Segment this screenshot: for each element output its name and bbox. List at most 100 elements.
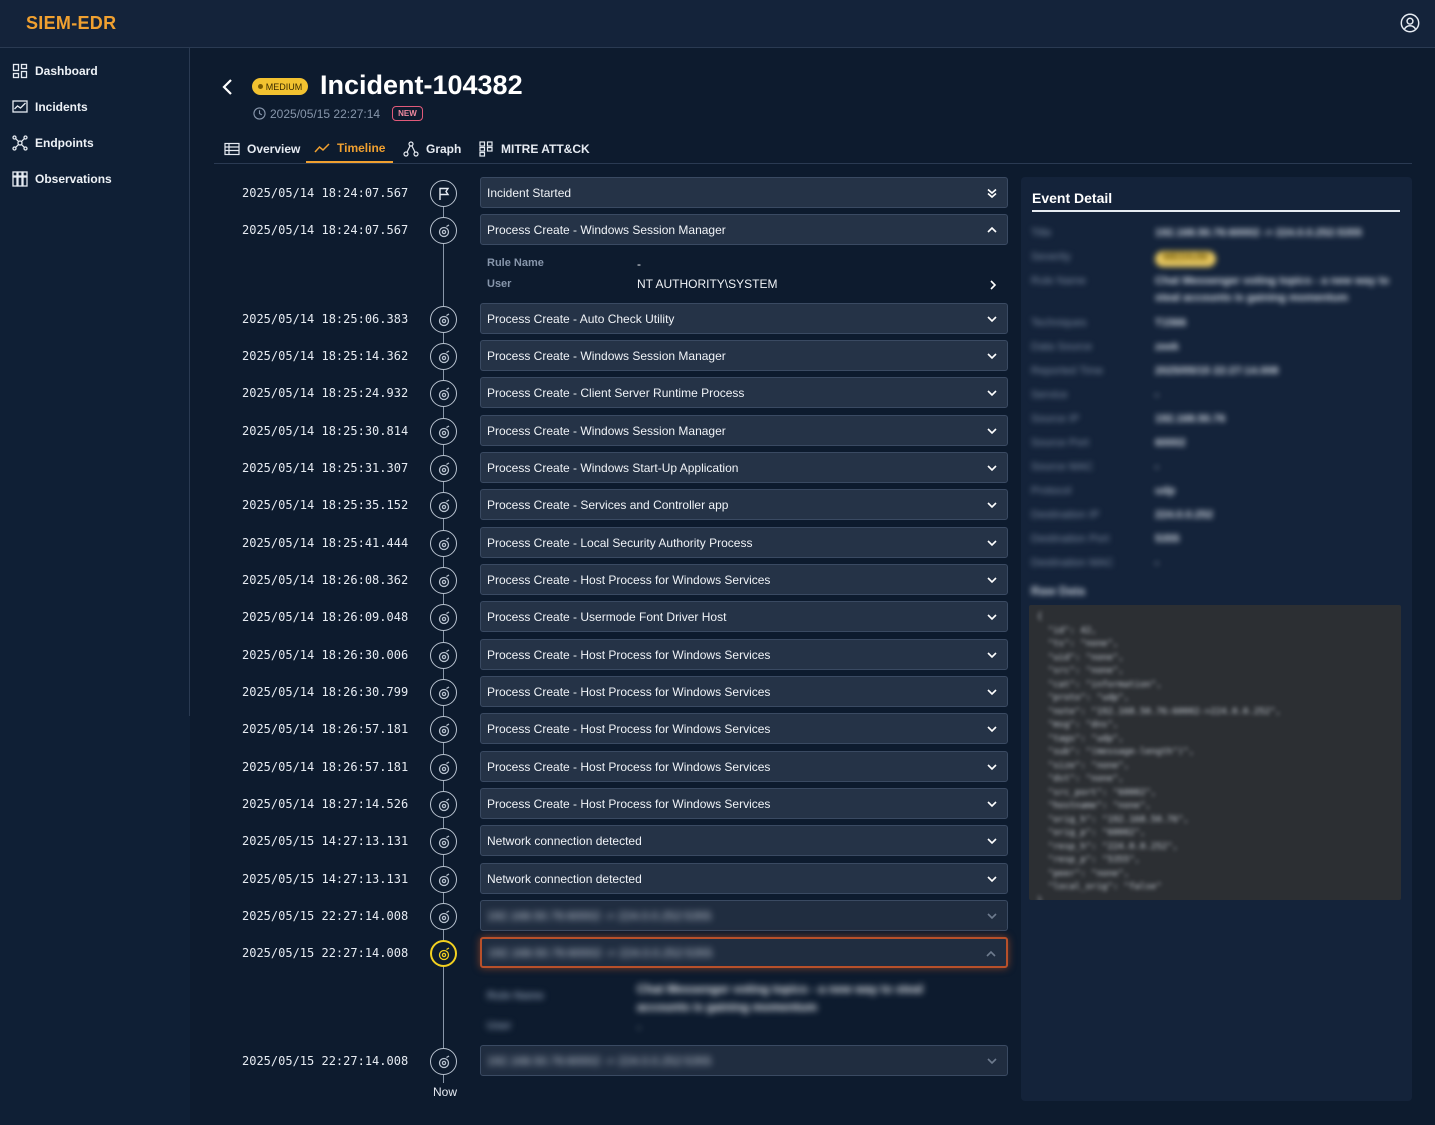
chevron-down-icon[interactable]: [986, 649, 998, 661]
chevron-down-icon[interactable]: [986, 910, 998, 922]
timeline-event-card[interactable]: Process Create - Local Security Authorit…: [480, 527, 1008, 558]
detail-field-value: -: [1155, 461, 1159, 473]
timeline-event-card[interactable]: 192.168.50.76:60002 -> 224.0.0.252:5355: [480, 900, 1008, 931]
chevron-down-icon[interactable]: [986, 350, 998, 362]
chevron-down-icon[interactable]: [986, 462, 998, 474]
timeline-event-card[interactable]: Process Create - Client Server Runtime P…: [480, 377, 1008, 408]
timeline-timestamp: 2025/05/14 18:26:08.362: [242, 573, 409, 587]
tab-mitre-attack[interactable]: MITRE ATT&CK: [470, 135, 598, 163]
timeline-event-node[interactable]: [430, 455, 457, 482]
chevron-down-icon[interactable]: [986, 686, 998, 698]
timeline-event-node[interactable]: [430, 791, 457, 818]
timeline-event-node[interactable]: [430, 306, 457, 333]
timeline-event-node[interactable]: [430, 604, 457, 631]
timeline-event-node[interactable]: [430, 903, 457, 930]
timeline-event-node[interactable]: [430, 343, 457, 370]
chevron-down-icon[interactable]: [986, 574, 998, 586]
timeline-event-card[interactable]: Process Create - Windows Start-Up Applic…: [480, 452, 1008, 483]
timeline-event-card[interactable]: Process Create - Windows Session Manager: [480, 340, 1008, 371]
endpoints-icon: [12, 135, 28, 151]
timeline-event-card[interactable]: Process Create - Services and Controller…: [480, 489, 1008, 520]
timeline-event-card[interactable]: Process Create - Host Process for Window…: [480, 639, 1008, 670]
timeline-event-node[interactable]: [430, 679, 457, 706]
timeline-event-node[interactable]: [430, 828, 457, 855]
timeline-event-card[interactable]: 192.168.50.76:60002 -> 224.0.0.252:5355: [480, 1045, 1008, 1076]
timeline-event-node[interactable]: [430, 567, 457, 594]
chevron-right-icon[interactable]: [987, 279, 999, 291]
timeline-flag-node[interactable]: [430, 180, 457, 207]
timeline-event-card[interactable]: Process Create - Host Process for Window…: [480, 788, 1008, 819]
detail-field-key: Destination IP: [1031, 509, 1100, 521]
chevron-down-icon[interactable]: [986, 761, 998, 773]
timeline-event-node[interactable]: [430, 866, 457, 893]
process-icon: [438, 648, 449, 662]
chevron-down-icon[interactable]: [986, 1055, 998, 1067]
timeline-event-card[interactable]: Process Create - Host Process for Window…: [480, 751, 1008, 782]
timeline-event-label: 192.168.50.76:60002 -> 224.0.0.252:5355: [487, 1053, 712, 1068]
user-account-icon[interactable]: [1399, 12, 1421, 34]
timeline-now-label: Now: [433, 1085, 458, 1099]
timeline-event-node[interactable]: [430, 380, 457, 407]
chevron-up-icon[interactable]: [986, 224, 998, 236]
process-icon: [438, 1054, 449, 1068]
sidebar-item-incidents[interactable]: Incidents: [0, 92, 189, 122]
timeline-event-card[interactable]: Process Create - Windows Session Manager: [480, 214, 1008, 245]
timeline-event-card[interactable]: Process Create - Windows Session Manager: [480, 415, 1008, 446]
timeline-event-label: Process Create - Host Process for Window…: [487, 647, 771, 662]
timeline-timestamp: 2025/05/14 18:25:41.444: [242, 536, 409, 550]
detail-field-key: Service: [1031, 389, 1068, 401]
grid-icon: [479, 141, 493, 157]
sidebar-item-dashboard[interactable]: Dashboard: [0, 56, 189, 86]
process-icon: [438, 834, 449, 848]
chevron-down-icon[interactable]: [986, 499, 998, 511]
timeline-event-card[interactable]: Network connection detected: [480, 825, 1008, 856]
chevron-down-icon[interactable]: [986, 537, 998, 549]
sidebar-item-observations[interactable]: Observations: [0, 164, 189, 194]
tab-timeline[interactable]: Timeline: [306, 135, 394, 163]
process-icon: [438, 461, 449, 475]
timeline-event-node[interactable]: [430, 217, 457, 244]
detail-field-key: Destination Port: [1031, 533, 1110, 545]
timeline-event-node[interactable]: [430, 492, 457, 519]
chevron-down-icon[interactable]: [986, 387, 998, 399]
process-icon: [438, 498, 449, 512]
chevron-down-icon[interactable]: [986, 313, 998, 325]
timeline-event-card[interactable]: Network connection detected: [480, 863, 1008, 894]
timeline-event-node[interactable]: [430, 716, 457, 743]
sidebar: [0, 48, 190, 1125]
chevron-down-icon[interactable]: [986, 835, 998, 847]
timeline-event-card[interactable]: Process Create - Host Process for Window…: [480, 713, 1008, 744]
timeline-event-card[interactable]: Process Create - Usermode Font Driver Ho…: [480, 601, 1008, 632]
timeline-event-card[interactable]: Process Create - Host Process for Window…: [480, 564, 1008, 595]
top-bar: SIEM-EDR: [0, 0, 1435, 48]
timeline-event-node[interactable]: [430, 642, 457, 669]
chevron-down-icon[interactable]: [986, 611, 998, 623]
tab-overview[interactable]: Overview: [216, 135, 308, 163]
timeline-event-node[interactable]: [430, 940, 457, 967]
timeline-event-card[interactable]: Process Create - Host Process for Window…: [480, 676, 1008, 707]
raw-data-box[interactable]: { "id": 42, "ts": "none", "uid": "none",…: [1029, 605, 1401, 900]
timeline-event-card[interactable]: 192.168.50.76:60002 -> 224.0.0.252:5355: [480, 937, 1008, 968]
timeline-event-card[interactable]: Incident Started: [480, 177, 1008, 208]
detail-field-key: Destination MAC: [1031, 557, 1114, 569]
sidebar-item-endpoints[interactable]: Endpoints: [0, 128, 189, 158]
timeline-event-node[interactable]: [430, 530, 457, 557]
chevron-down-icon[interactable]: [986, 873, 998, 885]
sidebar-divider: [189, 48, 190, 716]
chevron-down-icon[interactable]: [986, 798, 998, 810]
chevron-down-icon[interactable]: [986, 723, 998, 735]
chevron-double-down-icon[interactable]: [986, 187, 998, 199]
detail-field-key: Title: [1031, 227, 1052, 239]
timeline-event-node[interactable]: [430, 754, 457, 781]
timeline-event-node[interactable]: [430, 418, 457, 445]
timeline-event-label: Process Create - Auto Check Utility: [487, 311, 675, 326]
back-arrow-icon[interactable]: [218, 76, 238, 98]
timeline-event-label: Process Create - Windows Start-Up Applic…: [487, 460, 739, 475]
sidebar-item-label: Dashboard: [35, 64, 98, 78]
chevron-down-icon[interactable]: [986, 425, 998, 437]
timeline-event-node[interactable]: [430, 1048, 457, 1075]
timeline-event-label: Incident Started: [487, 185, 572, 200]
tab-graph[interactable]: Graph: [395, 135, 469, 163]
chevron-up-icon[interactable]: [985, 948, 997, 960]
timeline-event-card[interactable]: Process Create - Auto Check Utility: [480, 303, 1008, 334]
